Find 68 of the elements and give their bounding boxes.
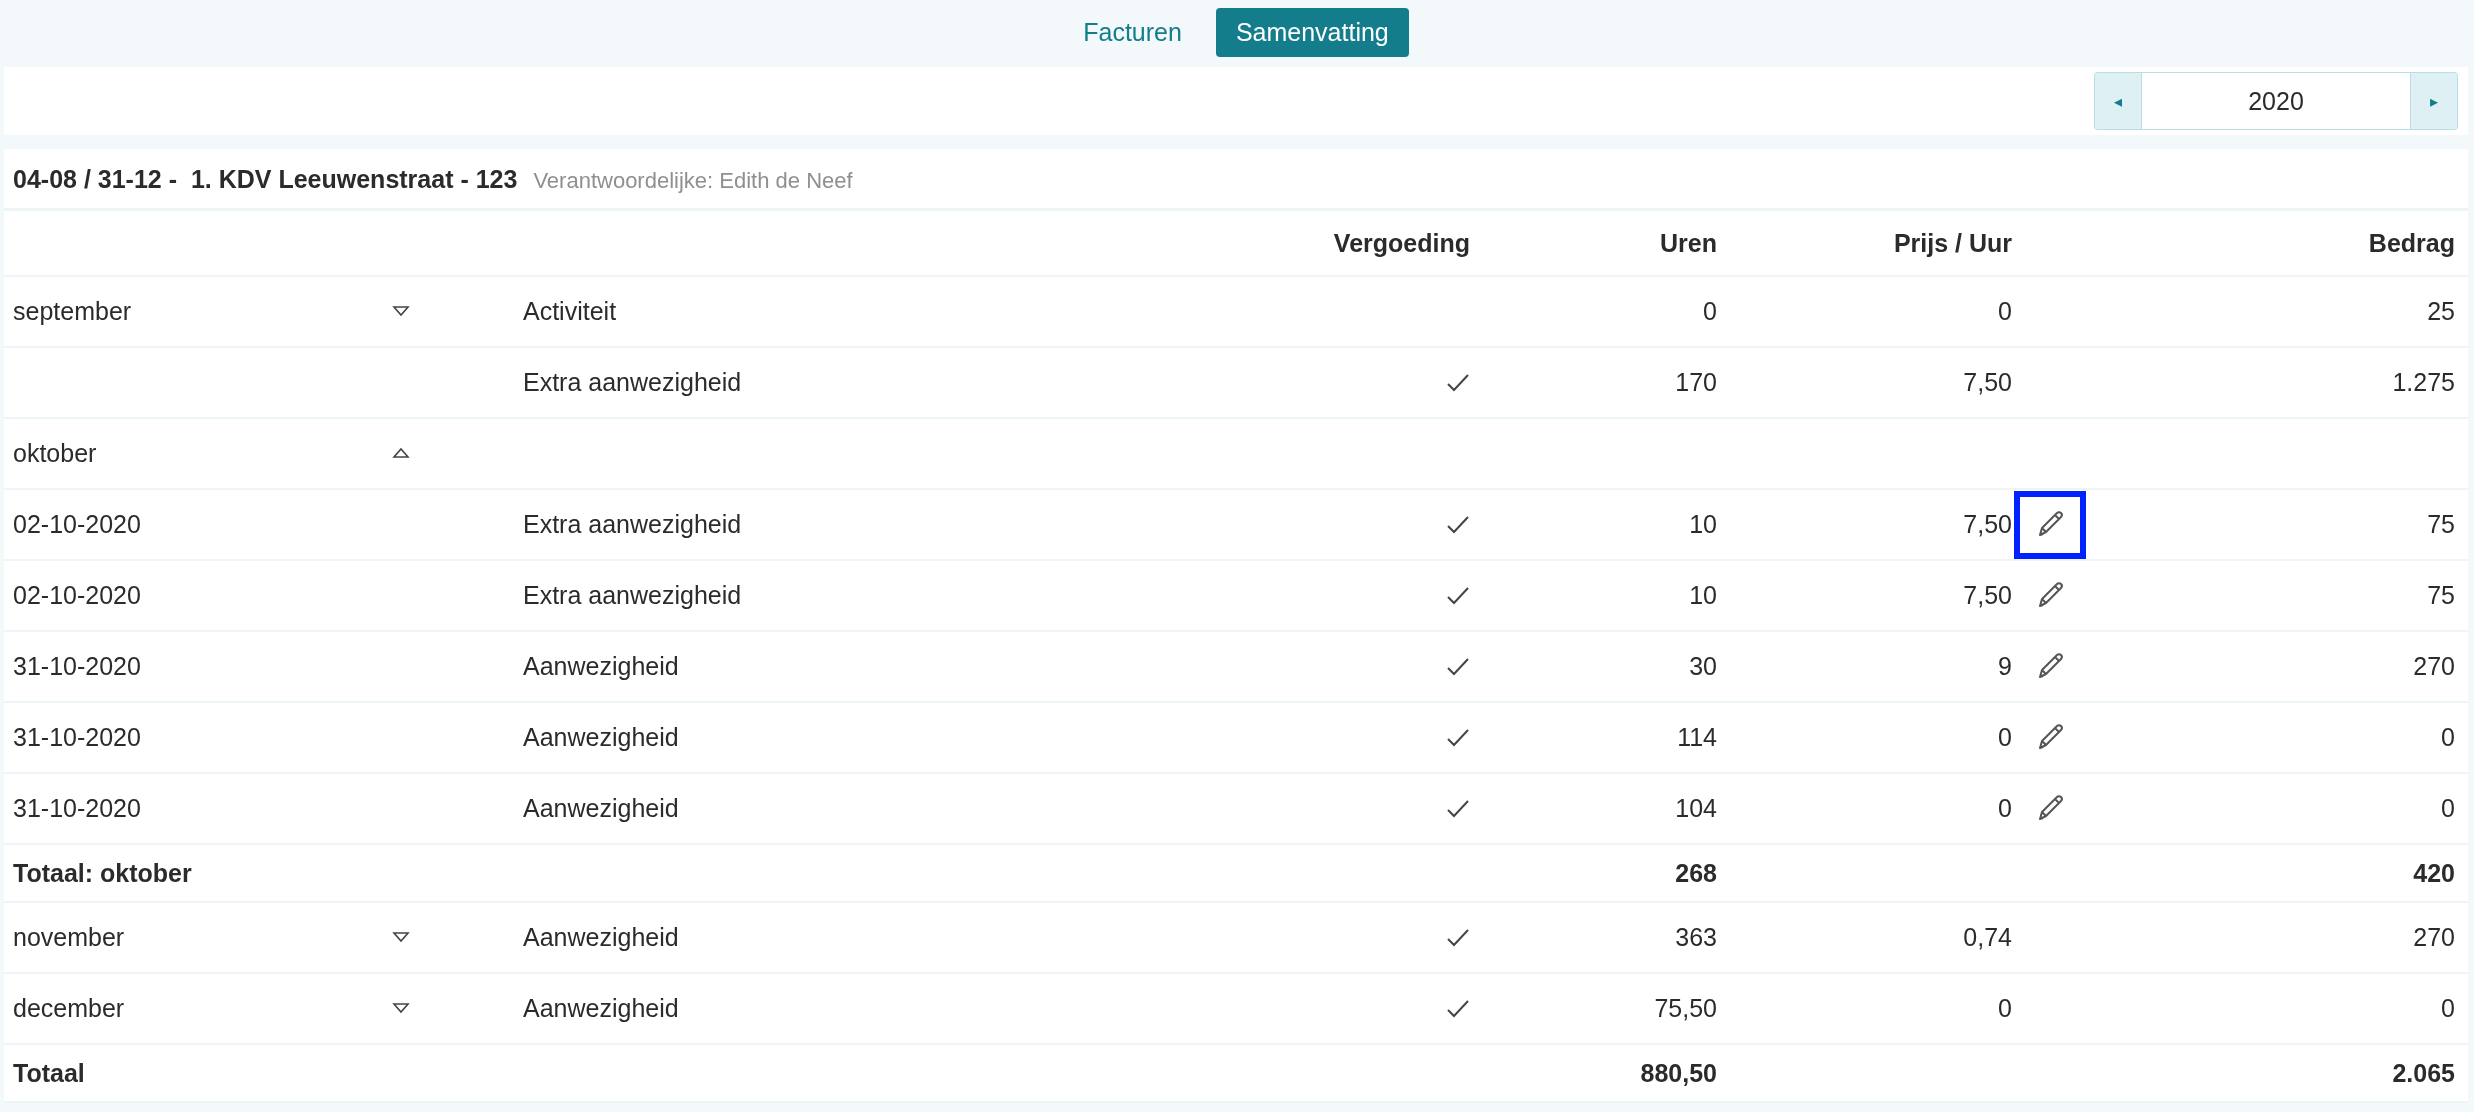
row-label: 31-10-2020 [13,794,142,823]
column-header: Prijs / Uur [1892,228,2012,258]
column-header: Uren [1659,228,1717,258]
total-amount: 2.065 [2391,1058,2455,1088]
amount-cell-text: 270 [2412,652,2455,681]
description-cell-text: Extra aanwezigheid [523,581,743,610]
amount-cell-text: 0 [2440,994,2455,1023]
total-hours: 880,50 [1639,1058,1717,1088]
row-label: september [13,297,133,326]
expand-toggle[interactable] [392,1001,410,1016]
price-cell-text: 0 [1997,994,2012,1023]
hours-cell-text: 30 [1688,652,1717,681]
description-cell-text: Aanwezigheid [523,794,680,823]
year-picker[interactable]: ◂ 2020 ▸ [2094,72,2458,130]
price-cell-text: 0 [1997,794,2012,823]
description-cell-text: Aanwezigheid [523,994,680,1023]
previous-year-button[interactable]: ◂ [2095,73,2141,129]
hours-cell-text: 75,50 [1653,994,1717,1023]
hours-cell-text: 170 [1674,368,1717,397]
description-cell-text: Activiteit [523,297,618,326]
total-label: Totaal: oktober [13,858,193,888]
description-cell-text: Aanwezigheid [523,723,680,752]
amount-cell-text: 75 [2426,510,2455,539]
description-cell-text: Aanwezigheid [523,923,680,952]
row-label: november [13,923,126,952]
description-cell-text: Extra aanwezigheid [523,368,743,397]
amount-cell-text: 25 [2426,297,2455,326]
description-cell-text: Aanwezigheid [523,652,680,681]
amount-cell-text: 1.275 [2391,368,2455,397]
expand-toggle[interactable] [392,304,410,319]
price-cell-text: 7,50 [1962,368,2012,397]
tab[interactable]: Facturen [1063,8,1202,57]
hours-cell-text: 0 [1702,297,1717,326]
column-header: Vergoeding [1332,228,1470,258]
row-label: 02-10-2020 [13,581,142,610]
tab[interactable]: Samenvatting [1215,8,1409,57]
price-cell-text: 0,74 [1962,923,2012,952]
hours-cell-text: 10 [1688,581,1717,610]
amount-cell-text: 0 [2440,723,2455,752]
row-label: 31-10-2020 [13,723,142,752]
section-title: 04-08 / 31-12 - 1. KDV Leeuwenstraat - 123 [13,165,518,194]
column-header: Bedrag [2367,228,2455,258]
edit-button[interactable] [2014,490,2086,559]
amount-cell-text: 270 [2412,923,2455,952]
expand-toggle[interactable] [392,930,410,945]
price-cell-text: 7,50 [1962,581,2012,610]
description-cell-text: Extra aanwezigheid [523,510,743,539]
price-cell-text: 9 [1997,652,2012,681]
row-label: december [13,994,126,1023]
price-cell-text: 0 [1997,297,2012,326]
total-hours: 268 [1674,858,1717,888]
collapse-toggle[interactable] [392,446,410,461]
hours-cell-text: 363 [1674,923,1717,952]
next-year-button[interactable]: ▸ [2411,73,2457,129]
year-field[interactable]: 2020 [2141,73,2411,129]
amount-cell-text: 75 [2426,581,2455,610]
total-amount: 420 [2412,858,2455,888]
total-label: Totaal [13,1058,86,1088]
hours-cell-text: 114 [1676,723,1717,752]
price-cell-text: 0 [1997,723,2012,752]
hours-cell-text: 104 [1674,794,1717,823]
row-label: 31-10-2020 [13,652,142,681]
price-cell-text: 7,50 [1962,510,2012,539]
amount-cell-text: 0 [2440,794,2455,823]
hours-cell-text: 10 [1688,510,1717,539]
row-label: oktober [13,439,98,468]
responsible-label: Verantwoordelijke: Edith de Neef [533,168,853,194]
row-label: 02-10-2020 [13,510,142,539]
